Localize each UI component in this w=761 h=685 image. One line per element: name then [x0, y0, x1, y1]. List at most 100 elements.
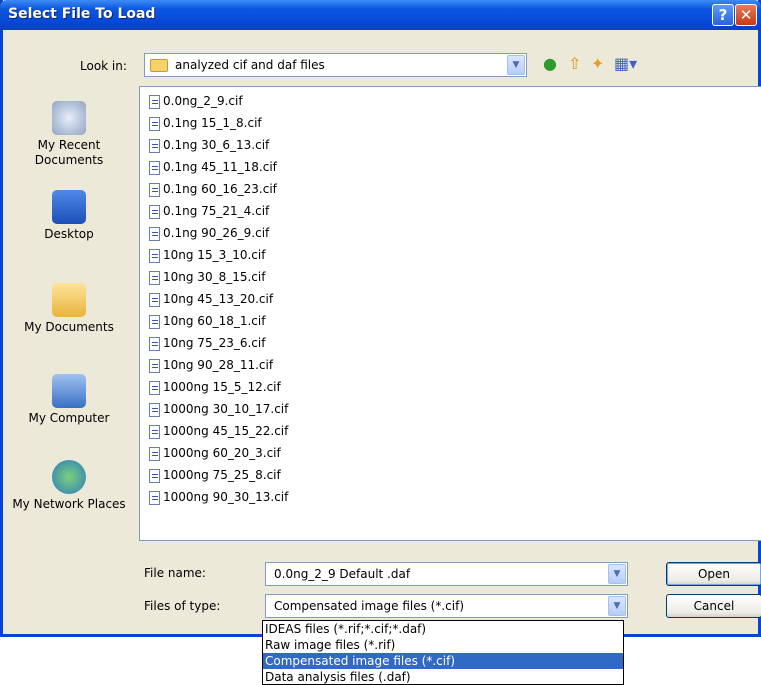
- filetype-select[interactable]: Compensated image files (*.cif) ▼: [265, 594, 628, 618]
- file-item[interactable]: 1000ng 30_10_17.cif: [149, 399, 288, 419]
- folder-icon: [150, 59, 168, 72]
- back-icon[interactable]: ●: [543, 54, 557, 73]
- lookin-value: analyzed cif and daf files: [175, 58, 325, 72]
- cif-file-icon: [149, 116, 160, 131]
- file-item[interactable]: 10ng 90_28_11.cif: [149, 355, 273, 375]
- desktop-icon: [52, 190, 86, 224]
- cif-file-icon: [149, 182, 160, 197]
- file-item[interactable]: 1000ng 60_20_3.cif: [149, 443, 281, 463]
- file-item[interactable]: 1000ng 75_25_8.cif: [149, 465, 281, 485]
- file-name: 10ng 90_28_11.cif: [163, 358, 274, 372]
- network-places-icon: [52, 460, 86, 494]
- file-name: 1000ng 45_15_22.cif: [163, 424, 289, 438]
- file-item[interactable]: 0.1ng 90_26_9.cif: [149, 223, 269, 243]
- lookin-label: Look in:: [80, 59, 127, 73]
- cif-file-icon: [149, 248, 160, 263]
- views-menu-icon[interactable]: ▦▾: [614, 54, 637, 73]
- file-name: 0.0ng_2_9.cif: [163, 94, 243, 108]
- file-list[interactable]: 0.0ng_2_9.cif 0.1ng 15_1_8.cif 0.1ng 30_6_…: [139, 86, 761, 541]
- place-label: My Documents: [24, 320, 114, 334]
- cif-file-icon: [149, 402, 160, 417]
- file-name: 10ng 30_8_15.cif: [163, 270, 266, 284]
- file-name: 1000ng 60_20_3.cif: [163, 446, 281, 460]
- file-item[interactable]: 10ng 15_3_10.cif: [149, 245, 265, 265]
- file-item[interactable]: 10ng 75_23_6.cif: [149, 333, 265, 353]
- filetype-label: Files of type:: [144, 599, 221, 613]
- file-item[interactable]: 0.1ng 30_6_13.cif: [149, 135, 269, 155]
- cif-file-icon: [149, 226, 160, 241]
- filetype-option[interactable]: Compensated image files (*.cif): [263, 653, 623, 669]
- file-item[interactable]: 1000ng 45_15_22.cif: [149, 421, 288, 441]
- file-item[interactable]: 10ng 30_8_15.cif: [149, 267, 265, 287]
- file-item[interactable]: 0.1ng 75_21_4.cif: [149, 201, 269, 221]
- file-name: 1000ng 75_25_8.cif: [163, 468, 281, 482]
- file-name: 10ng 15_3_10.cif: [163, 248, 266, 262]
- cif-file-icon: [149, 292, 160, 307]
- file-item[interactable]: 10ng 45_13_20.cif: [149, 289, 273, 309]
- place-network[interactable]: My Network Places: [10, 460, 128, 512]
- file-item[interactable]: 10ng 60_18_1.cif: [149, 311, 265, 331]
- my-computer-icon: [52, 374, 86, 408]
- filetype-value: Compensated image files (*.cif): [274, 599, 465, 613]
- cancel-button[interactable]: Cancel: [666, 594, 761, 618]
- place-my-documents[interactable]: My Documents: [10, 283, 128, 335]
- filetype-option[interactable]: Raw image files (*.rif): [263, 637, 623, 653]
- file-name: 1000ng 30_10_17.cif: [163, 402, 289, 416]
- filetype-dropdown-list[interactable]: IDEAS files (*.rif;*.cif;*.daf) Raw image…: [262, 620, 624, 685]
- cif-file-icon: [149, 380, 160, 395]
- file-name: 1000ng 90_30_13.cif: [163, 490, 289, 504]
- cif-file-icon: [149, 160, 160, 175]
- file-name: 0.1ng 60_16_23.cif: [163, 182, 277, 196]
- cif-file-icon: [149, 314, 160, 329]
- file-name: 10ng 45_13_20.cif: [163, 292, 274, 306]
- file-item[interactable]: 0.1ng 45_11_18.cif: [149, 157, 277, 177]
- place-label: My Computer: [28, 411, 110, 425]
- file-name: 0.1ng 30_6_13.cif: [163, 138, 270, 152]
- file-name: 10ng 75_23_6.cif: [163, 336, 266, 350]
- close-button[interactable]: ✕: [735, 4, 757, 26]
- open-button[interactable]: Open: [666, 562, 761, 586]
- place-label: Desktop: [44, 227, 94, 241]
- help-button[interactable]: ?: [712, 4, 734, 26]
- file-name: 0.1ng 90_26_9.cif: [163, 226, 270, 240]
- file-item[interactable]: 0.1ng 15_1_8.cif: [149, 113, 262, 133]
- file-name: 0.1ng 45_11_18.cif: [163, 160, 277, 174]
- filename-field[interactable]: 0.0ng_2_9 Default .daf ▼: [265, 562, 628, 586]
- cif-file-icon: [149, 270, 160, 285]
- file-item[interactable]: 0.0ng_2_9.cif: [149, 91, 243, 111]
- place-recent[interactable]: My Recent Documents: [10, 101, 128, 168]
- chevron-down-icon[interactable]: ▼: [507, 55, 525, 75]
- file-dialog: Select File To Load ? ✕ Look in: analyze…: [0, 0, 761, 637]
- cif-file-icon: [149, 138, 160, 153]
- up-folder-icon[interactable]: ⇧: [568, 54, 581, 73]
- chevron-down-icon[interactable]: ▼: [608, 564, 626, 584]
- filetype-option[interactable]: IDEAS files (*.rif;*.cif;*.daf): [263, 621, 623, 637]
- file-item[interactable]: 0.1ng 60_16_23.cif: [149, 179, 277, 199]
- new-folder-icon[interactable]: ✦: [591, 54, 604, 73]
- dialog-title: Select File To Load: [8, 6, 156, 22]
- lookin-combo[interactable]: analyzed cif and daf files ▼: [144, 53, 527, 77]
- cif-file-icon: [149, 336, 160, 351]
- cif-file-icon: [149, 490, 160, 505]
- title-bar[interactable]: Select File To Load ? ✕: [0, 0, 761, 30]
- chevron-down-icon[interactable]: ▼: [608, 596, 626, 616]
- cif-file-icon: [149, 446, 160, 461]
- place-my-computer[interactable]: My Computer: [10, 374, 128, 426]
- filename-label: File name:: [144, 566, 206, 580]
- file-name: 0.1ng 15_1_8.cif: [163, 116, 262, 130]
- my-documents-icon: [52, 283, 86, 317]
- place-label: My Recent Documents: [34, 138, 104, 167]
- cif-file-icon: [149, 358, 160, 373]
- file-name: 10ng 60_18_1.cif: [163, 314, 266, 328]
- file-name: 1000ng 15_5_12.cif: [163, 380, 281, 394]
- filename-value: 0.0ng_2_9 Default .daf: [274, 567, 411, 581]
- place-label: My Network Places: [12, 497, 126, 511]
- file-name: 0.1ng 75_21_4.cif: [163, 204, 270, 218]
- recent-documents-icon: [52, 101, 86, 135]
- place-desktop[interactable]: Desktop: [10, 190, 128, 242]
- file-item[interactable]: 1000ng 90_30_13.cif: [149, 487, 288, 507]
- cif-file-icon: [149, 468, 160, 483]
- filetype-option[interactable]: Data analysis files (.daf): [263, 669, 623, 685]
- cif-file-icon: [149, 424, 160, 439]
- file-item[interactable]: 1000ng 15_5_12.cif: [149, 377, 281, 397]
